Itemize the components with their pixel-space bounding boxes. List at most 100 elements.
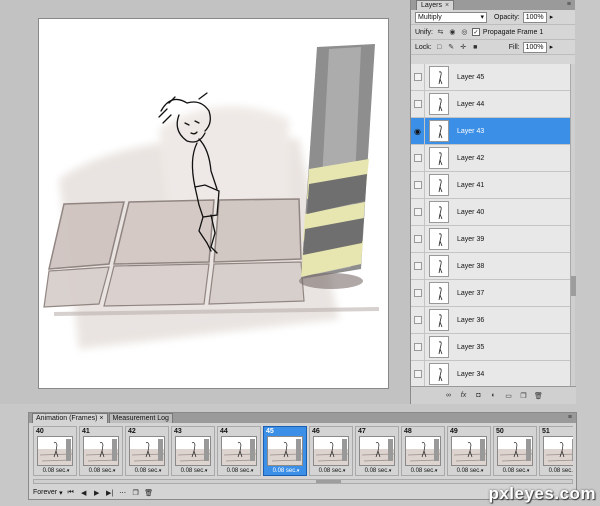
layer-row[interactable]: Layer 39 xyxy=(411,225,571,253)
frame-delay[interactable]: 0.08 sec.▾ xyxy=(175,468,213,474)
visibility-toggle[interactable] xyxy=(411,171,425,199)
frame-delay-value: 0.08 sec. xyxy=(410,468,435,474)
frame-delay-value: 0.08 sec. xyxy=(364,468,389,474)
adjustment-icon[interactable]: ◐ xyxy=(488,390,499,401)
visibility-toggle[interactable] xyxy=(411,279,425,307)
layer-row[interactable]: Layer 34 xyxy=(411,360,571,386)
visibility-toggle[interactable] xyxy=(411,306,425,334)
visibility-toggle[interactable]: ◉ xyxy=(411,117,425,145)
visibility-box xyxy=(413,343,422,351)
unify-visibility-icon[interactable]: ◉ xyxy=(448,28,457,37)
animation-frame[interactable]: 40 0.08 sec.▾ xyxy=(33,426,77,476)
tab-measurement-log[interactable]: Measurement Log xyxy=(108,413,173,423)
tween-icon[interactable]: ⋯ xyxy=(118,488,128,498)
close-icon[interactable]: × xyxy=(445,2,449,9)
layer-row[interactable]: Layer 41 xyxy=(411,171,571,199)
fill-arrow-icon[interactable]: ▸ xyxy=(550,43,554,51)
visibility-toggle[interactable] xyxy=(411,90,425,118)
animation-frame[interactable]: 50 0.08 sec.▾ xyxy=(493,426,537,476)
animation-frame[interactable]: 45 0.08 sec.▾ xyxy=(263,426,307,476)
lock-pixels-icon[interactable]: ✎ xyxy=(447,43,456,52)
visibility-toggle[interactable] xyxy=(411,252,425,280)
animation-menu-icon[interactable]: ≡ xyxy=(568,414,572,421)
previous-frame-icon[interactable]: ◀ xyxy=(79,488,89,498)
layer-row[interactable]: Layer 42 xyxy=(411,144,571,172)
frame-thumbnail xyxy=(129,436,165,466)
group-icon[interactable]: ▭ xyxy=(503,390,514,401)
opacity-field[interactable]: 100% xyxy=(522,11,547,23)
visibility-toggle[interactable] xyxy=(411,333,425,361)
visibility-toggle[interactable] xyxy=(411,144,425,172)
frame-thumbnail xyxy=(405,436,441,466)
layer-row[interactable]: Layer 35 xyxy=(411,333,571,361)
layers-tab[interactable]: Layers × xyxy=(416,0,455,10)
visibility-toggle[interactable] xyxy=(411,225,425,253)
layer-row[interactable]: ◉ Layer 43 xyxy=(411,117,571,145)
unify-position-icon[interactable]: ⇆ xyxy=(436,28,445,37)
frames-scroll-thumb[interactable] xyxy=(316,480,341,483)
fill-field[interactable]: 100% xyxy=(522,41,547,53)
chevron-down-icon: ▾ xyxy=(296,468,300,474)
lock-all-icon[interactable]: ■ xyxy=(471,43,480,52)
frame-delay[interactable]: 0.08 sec.▾ xyxy=(267,468,305,474)
frame-thumbnail xyxy=(267,436,303,466)
next-frame-icon[interactable]: ▶| xyxy=(105,488,115,498)
frame-number: 48 xyxy=(404,428,412,435)
play-icon[interactable]: ▶ xyxy=(92,488,102,498)
visibility-toggle[interactable] xyxy=(411,360,425,386)
layer-name: Layer 36 xyxy=(457,316,485,324)
frame-delay[interactable]: 0.08 sec.▾ xyxy=(497,468,535,474)
layer-row[interactable]: Layer 36 xyxy=(411,306,571,334)
visibility-toggle[interactable] xyxy=(411,198,425,226)
animation-frame[interactable]: 44 0.08 sec.▾ xyxy=(217,426,261,476)
frame-delay[interactable]: 0.08 sec.▾ xyxy=(221,468,259,474)
first-frame-icon[interactable]: ⏮ xyxy=(66,488,76,498)
frame-delay[interactable]: 0.08 sec.▾ xyxy=(37,468,75,474)
lock-label: Lock: xyxy=(415,43,432,51)
animation-frame[interactable]: 48 0.08 sec.▾ xyxy=(401,426,445,476)
opacity-arrow-icon[interactable]: ▸ xyxy=(550,13,554,21)
layer-row[interactable]: Layer 44 xyxy=(411,90,571,118)
lock-position-icon[interactable]: ✛ xyxy=(459,43,468,52)
layers-scroll-thumb[interactable] xyxy=(571,276,576,296)
frame-delay[interactable]: 0.08 sec.▾ xyxy=(405,468,443,474)
frame-delay[interactable]: 0.08 sec.▾ xyxy=(313,468,351,474)
duplicate-frame-icon[interactable]: ❐ xyxy=(131,488,141,498)
layer-row[interactable]: Layer 37 xyxy=(411,279,571,307)
blend-mode-select[interactable]: Multiply ▾ xyxy=(415,11,487,23)
new-layer-icon[interactable]: ❐ xyxy=(518,390,529,401)
fx-icon[interactable]: fx xyxy=(458,390,469,401)
animation-frame[interactable]: 47 0.08 sec.▾ xyxy=(355,426,399,476)
mask-icon[interactable]: ◘ xyxy=(473,390,484,401)
fill-label: Fill: xyxy=(508,43,520,51)
link-icon[interactable]: ∞ xyxy=(443,390,454,401)
layer-row[interactable]: Layer 40 xyxy=(411,198,571,226)
animation-frame[interactable]: 51 0.08 sec.▾ xyxy=(539,426,573,476)
frame-delay[interactable]: 0.08 sec.▾ xyxy=(129,468,167,474)
unify-style-icon[interactable]: ◎ xyxy=(460,28,469,37)
trash-icon[interactable]: 🗑 xyxy=(533,390,544,401)
propagate-checkbox[interactable]: ✓ xyxy=(471,28,480,36)
visibility-toggle[interactable] xyxy=(411,64,425,91)
animation-frame[interactable]: 46 0.08 sec.▾ xyxy=(309,426,353,476)
visibility-box xyxy=(413,208,422,216)
animation-frame[interactable]: 43 0.08 sec.▾ xyxy=(171,426,215,476)
panel-menu-icon[interactable]: ≡ xyxy=(567,1,571,8)
layer-row[interactable]: Layer 38 xyxy=(411,252,571,280)
lock-transparency-icon[interactable]: □ xyxy=(435,43,444,52)
animation-frame[interactable]: 49 0.08 sec.▾ xyxy=(447,426,491,476)
frame-delay[interactable]: 0.08 sec.▾ xyxy=(543,468,573,474)
layers-scrollbar[interactable] xyxy=(570,64,576,386)
layer-row[interactable]: Layer 45 xyxy=(411,64,571,91)
frame-delay[interactable]: 0.08 sec.▾ xyxy=(83,468,121,474)
frame-delay[interactable]: 0.08 sec.▾ xyxy=(451,468,489,474)
animation-frame[interactable]: 42 0.08 sec.▾ xyxy=(125,426,169,476)
drawing-canvas[interactable] xyxy=(38,18,389,389)
animation-frame[interactable]: 41 0.08 sec.▾ xyxy=(79,426,123,476)
blend-row: Multiply ▾ Opacity: 100% ▸ xyxy=(411,10,575,25)
loop-select[interactable]: Forever ▾ xyxy=(33,489,63,497)
frame-delay[interactable]: 0.08 sec.▾ xyxy=(359,468,397,474)
close-icon[interactable]: × xyxy=(99,415,103,422)
tab-animation-frames[interactable]: Animation (Frames) × xyxy=(32,413,108,423)
delete-frame-icon[interactable]: 🗑 xyxy=(144,488,154,498)
